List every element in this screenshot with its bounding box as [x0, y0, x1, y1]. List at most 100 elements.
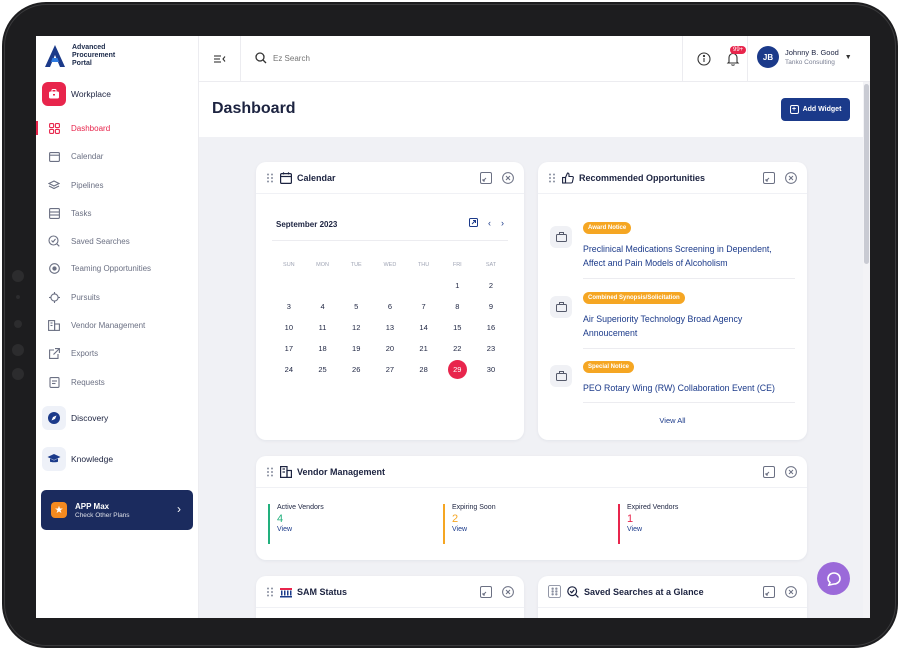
calendar-day[interactable]: 18: [306, 344, 340, 353]
calendar-day[interactable]: 2: [474, 281, 508, 290]
calendar-icon: [280, 171, 292, 184]
sidebar-item-saved-searches[interactable]: Saved Searches: [36, 231, 199, 251]
group-workplace[interactable]: Workplace: [42, 82, 111, 106]
day-number: 24: [284, 365, 294, 374]
search-check-icon: [48, 235, 60, 247]
calendar-day[interactable]: 25: [306, 365, 340, 374]
expand-icon[interactable]: [480, 172, 492, 184]
stat-view-link[interactable]: View: [277, 526, 324, 533]
add-widget-button[interactable]: + Add Widget: [781, 98, 850, 121]
sidebar-item-tasks[interactable]: Tasks: [36, 203, 199, 223]
chat-button[interactable]: [817, 562, 850, 595]
user-org: Tanko Consulting: [785, 59, 835, 66]
stat-view-link[interactable]: View: [452, 526, 496, 533]
calendar-day[interactable]: 4: [306, 302, 340, 311]
sidebar-item-dashboard[interactable]: Dashboard: [36, 118, 199, 138]
calendar-day[interactable]: 27: [373, 365, 407, 374]
menu-collapse-icon[interactable]: [213, 52, 227, 66]
calendar-day[interactable]: 20: [373, 344, 407, 353]
close-icon[interactable]: [785, 586, 797, 598]
calendar-day[interactable]: 24: [272, 365, 306, 374]
drag-handle-icon[interactable]: [266, 467, 274, 477]
calendar-day[interactable]: 13: [373, 323, 407, 332]
calendar-day[interactable]: 22: [440, 344, 474, 353]
sidebar-item-label: Calendar: [71, 151, 104, 161]
calendar-day[interactable]: 17: [272, 344, 306, 353]
drag-handle-icon[interactable]: [548, 173, 556, 183]
sidebar-item-vendor-management[interactable]: Vendor Management: [36, 315, 199, 335]
divider: [583, 278, 795, 279]
close-icon[interactable]: [785, 172, 797, 184]
app-max-banner[interactable]: ★ APP Max Check Other Plans ›: [41, 490, 193, 530]
sidebar-item-exports[interactable]: Exports: [36, 343, 199, 363]
info-icon[interactable]: [697, 52, 711, 66]
day-number: 2: [488, 281, 494, 290]
sidebar-item-requests[interactable]: Requests: [36, 372, 199, 392]
scrollbar[interactable]: [863, 82, 870, 618]
calendar-day[interactable]: 6: [373, 302, 407, 311]
open-calendar-icon[interactable]: [469, 218, 478, 227]
close-icon[interactable]: [502, 586, 514, 598]
stat-view-link[interactable]: View: [627, 526, 678, 533]
scrollbar-thumb[interactable]: [864, 84, 869, 264]
plus-icon: +: [789, 105, 799, 114]
sidebar-item-pursuits[interactable]: Pursuits: [36, 287, 199, 307]
opportunity-title[interactable]: Preclinical Medications Screening in Dep…: [583, 242, 793, 270]
drag-handle-icon[interactable]: [266, 173, 274, 183]
calendar-day[interactable]: 23: [474, 344, 508, 353]
expand-icon[interactable]: [763, 586, 775, 598]
opportunity-title[interactable]: PEO Rotary Wing (RW) Collaboration Event…: [583, 381, 793, 395]
sidebar-item-label: Pursuits: [71, 292, 100, 302]
calendar-day[interactable]: 9: [474, 302, 508, 311]
expand-icon[interactable]: [480, 586, 492, 598]
opportunity-title[interactable]: Air Superiority Technology Broad Agency …: [583, 312, 793, 340]
expand-icon[interactable]: [763, 466, 775, 478]
day-number: 27: [385, 365, 395, 374]
divider: [583, 402, 795, 403]
selected-day: 29: [447, 360, 467, 379]
close-icon[interactable]: [502, 172, 514, 184]
calendar-day[interactable]: 19: [339, 344, 373, 353]
calendar-day[interactable]: 26: [339, 365, 373, 374]
camera-dot: [14, 320, 22, 328]
calendar-day[interactable]: 15: [440, 323, 474, 332]
compass-icon: [42, 406, 66, 430]
calendar-day[interactable]: 28: [407, 365, 441, 374]
sidebar-item-teaming-opportunities[interactable]: Teaming Opportunities: [36, 258, 199, 278]
prev-month-button[interactable]: ‹: [488, 218, 491, 228]
grid-icon: [48, 122, 60, 134]
calendar-day[interactable]: 8: [440, 302, 474, 311]
day-of-week-label: TUE: [350, 261, 362, 268]
group-knowledge[interactable]: Knowledge: [42, 447, 113, 471]
close-icon[interactable]: [785, 466, 797, 478]
user-menu[interactable]: JB Johnny B. Good Tanko Consulting ▼: [757, 46, 852, 68]
group-discovery[interactable]: Discovery: [42, 406, 108, 430]
drag-handle-icon[interactable]: [548, 585, 561, 598]
calendar-day[interactable]: 12: [339, 323, 373, 332]
day-number: 6: [387, 302, 392, 311]
calendar-day[interactable]: 21: [407, 344, 441, 353]
calendar-day[interactable]: 7: [407, 302, 441, 311]
active-vendors-stat: Active Vendors 4 View: [268, 504, 324, 544]
calendar-day[interactable]: 16: [474, 323, 508, 332]
calendar-day[interactable]: 1: [440, 281, 474, 290]
sidebar-item-pipelines[interactable]: Pipelines: [36, 175, 199, 195]
calendar-day[interactable]: 10: [272, 323, 306, 332]
day-number: 7: [421, 302, 426, 311]
topbar: 99+ JB Johnny B. Good Tanko Consulting ▼: [199, 36, 870, 82]
thumbs-up-icon: [562, 171, 574, 184]
expand-icon[interactable]: [763, 172, 775, 184]
view-all-link[interactable]: View All: [538, 416, 807, 425]
sidebar-item-label: Dashboard: [71, 123, 111, 133]
calendar-day[interactable]: 3: [272, 302, 306, 311]
calendar-day[interactable]: 14: [407, 323, 441, 332]
app-logo[interactable]: Advanced Procurement Portal: [44, 44, 132, 68]
sidebar-item-calendar[interactable]: Calendar: [36, 146, 199, 166]
calendar-day[interactable]: 29: [440, 360, 474, 379]
calendar-day[interactable]: 5: [339, 302, 373, 311]
next-month-button[interactable]: ›: [501, 218, 504, 228]
calendar-day[interactable]: 11: [306, 323, 340, 332]
drag-handle-icon[interactable]: [266, 587, 274, 597]
calendar-day[interactable]: 30: [474, 365, 508, 374]
search-input[interactable]: [273, 53, 473, 63]
